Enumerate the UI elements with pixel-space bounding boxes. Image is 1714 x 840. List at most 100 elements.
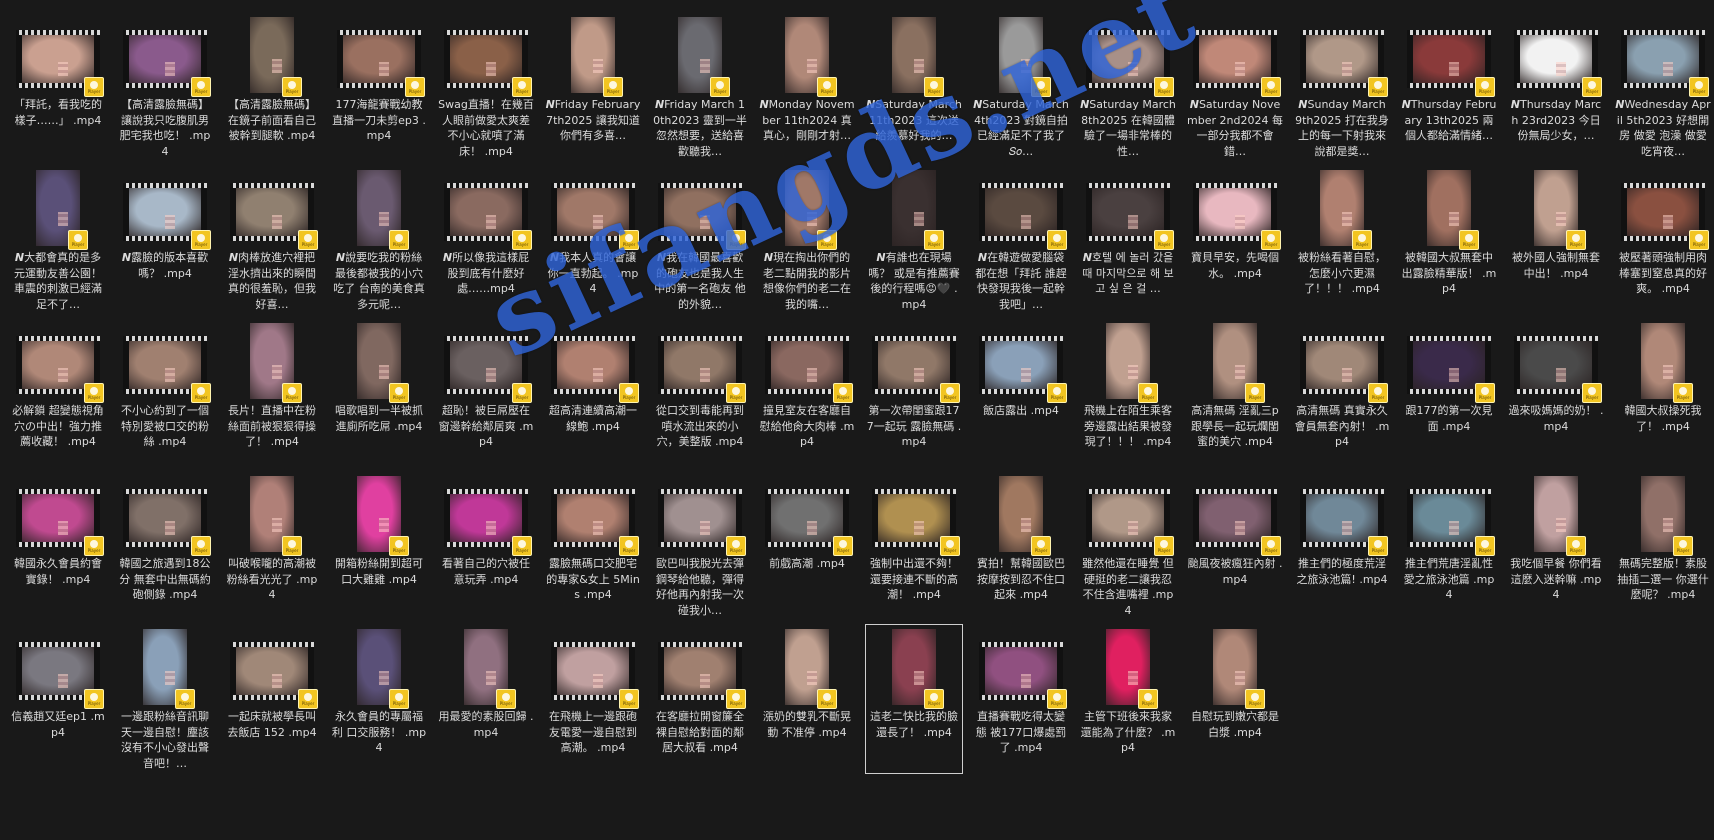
file-item[interactable]: Player 必解鎖 超變態視角 穴の中出！強力推薦收藏！ .mp4 [9,318,107,468]
file-thumbnail[interactable]: Player [1514,17,1602,97]
file-thumbnail[interactable]: Player [143,629,195,709]
file-item[interactable]: Player 𝙉Saturday March 8th2025 在韓國體驗了一場非常… [1079,12,1177,162]
file-item[interactable]: Player 被外國人強制無套中出！ .mp4 [1507,165,1605,315]
file-item[interactable]: Player 𝙉Monday November 11th2024 真真心，剛剛才射… [758,12,856,162]
file-thumbnail[interactable]: Player [999,476,1051,556]
file-thumbnail[interactable]: Player [1641,476,1693,556]
file-item[interactable]: Player 推主們的極度荒淫之旅泳池篇! .mp4 [1293,471,1391,621]
file-item[interactable]: Player 韓國永久會員約會實錄！ .mp4 [9,471,107,621]
file-thumbnail[interactable]: Player [1213,323,1265,403]
file-item[interactable]: Player 撞見室友在客廳自慰給他肏大肉棒 .mp4 [758,318,856,468]
file-thumbnail[interactable]: Player [357,476,409,556]
file-thumbnail[interactable]: Player [1086,170,1174,250]
file-thumbnail[interactable]: Player [1621,17,1709,97]
file-item[interactable]: Player 韓國之旅遇到18公分 無套中出無碼約砲側錄 .mp4 [116,471,214,621]
file-thumbnail[interactable]: Player [892,629,944,709]
file-item[interactable]: Player 我吃個早餐 你們看這麼入迷幹嘛 .mp4 [1507,471,1605,621]
file-item[interactable]: Player 跟177的第一次見面 .mp4 [1400,318,1498,468]
file-item[interactable]: Player 信義趙又廷ep1 .mp4 [9,624,107,774]
file-thumbnail[interactable]: Player [1193,17,1281,97]
file-thumbnail[interactable]: Player [892,17,944,97]
file-thumbnail[interactable]: Player [1300,476,1388,556]
file-thumbnail[interactable]: Player [979,323,1067,403]
file-item[interactable]: Player 過來吸媽媽的奶！ .mp4 [1507,318,1605,468]
file-thumbnail[interactable]: Player [1534,476,1586,556]
file-item[interactable]: Player 用最愛的素股回歸 .mp4 [437,624,535,774]
file-thumbnail[interactable]: Player [36,170,88,250]
file-thumbnail[interactable]: Player [785,17,837,97]
file-item[interactable]: Player 漲奶的雙乳不斷晃動 不准停 .mp4 [758,624,856,774]
file-thumbnail[interactable]: Player [658,476,746,556]
file-thumbnail[interactable]: Player [337,17,425,97]
file-thumbnail[interactable]: Player [785,170,837,250]
file-item[interactable]: Player 被韓國大叔無套中出露臉精華版！ .mp4 [1400,165,1498,315]
file-item[interactable]: Player 𝙉Thursday March 23rd2023 今日份無局少女，… [1507,12,1605,162]
file-thumbnail[interactable]: Player [1300,323,1388,403]
file-thumbnail[interactable]: Player [1193,170,1281,250]
file-item[interactable]: Player 𝙉Saturday November 2nd2024 每一部分我都不… [1186,12,1284,162]
file-item[interactable]: Player 𝙉Thursday February 13th2025 兩個人都給滿… [1400,12,1498,162]
file-thumbnail[interactable]: Player [551,476,639,556]
file-thumbnail[interactable]: Player [123,17,211,97]
file-thumbnail[interactable]: Player [765,323,853,403]
file-item[interactable]: Player 在飛機上一邊跟砲友電愛一邊自慰到高潮。 .mp4 [544,624,642,774]
file-thumbnail[interactable]: Player [464,629,516,709]
file-item[interactable]: Player 𝙉我本人真的會讓你一直勃起。 .mp4 [544,165,642,315]
file-thumbnail[interactable]: Player [250,476,302,556]
file-thumbnail[interactable]: Player [230,629,318,709]
file-item[interactable]: Player 賓拍！幫韓國歐巴按摩按到忍不住口起來 .mp4 [972,471,1070,621]
file-item[interactable]: Player 【高清露臉無碼】讓說我只吃腹肌男 肥宅我也吃！ .mp4 [116,12,214,162]
file-thumbnail[interactable]: Player [658,323,746,403]
file-item[interactable]: Player 主管下班後來我家還能為了什麼？ .mp4 [1079,624,1177,774]
file-item[interactable]: Player 𝙉Wednesday April 5th2023 好想開房 做愛 泡… [1614,12,1712,162]
file-thumbnail[interactable]: Player [765,476,853,556]
file-item[interactable]: Player 飯店露出 .mp4 [972,318,1070,468]
file-thumbnail[interactable]: Player [1213,629,1265,709]
file-item[interactable]: Player 寶貝早安，先喝個水。 .mp4 [1186,165,1284,315]
file-thumbnail[interactable]: Player [1427,170,1479,250]
file-item[interactable]: Player 看著自己的穴被任意玩弄 .mp4 [437,471,535,621]
file-item[interactable]: Player 𝙉Sunday March 9th2025 打在我身上的每一下射我來… [1293,12,1391,162]
file-thumbnail[interactable]: Player [444,17,532,97]
file-thumbnail[interactable]: Player [551,629,639,709]
file-thumbnail[interactable]: Player [1320,170,1372,250]
file-thumbnail[interactable]: Player [250,17,302,97]
file-item[interactable]: Player 從口交到毒能再到噴水流出來的小穴，美整版 .mp4 [651,318,749,468]
file-item[interactable]: Player 高清無碼 淫亂三p 跟學長一起玩爛閨蜜的美穴 .mp4 [1186,318,1284,468]
file-thumbnail[interactable]: Player [1106,629,1158,709]
file-thumbnail[interactable]: Player [1534,170,1586,250]
file-thumbnail[interactable]: Player [357,323,409,403]
file-item[interactable]: Player 𝙉所以像我這樣屁股到底有什麼好處……mp4 [437,165,535,315]
file-item[interactable]: Player 自慰玩到嫩穴都是白漿 .mp4 [1186,624,1284,774]
file-item[interactable]: Player 「拜託，看我吃的樣子……」 .mp4 [9,12,107,162]
file-item[interactable]: Player 長片！直播中在粉絲面前被狠狠得操了！ .mp4 [223,318,321,468]
file-item[interactable]: Player 𝙉肉棒放進穴裡把淫水擠出來的瞬間真的很羞恥，但我好喜… [223,165,321,315]
file-item[interactable]: Player 𝙉Friday February 7th2025 讓我知道你們有多喜… [544,12,642,162]
file-item[interactable]: Player 第一次帶閨蜜跟177一起玩 露臉無碼 .mp4 [865,318,963,468]
file-item[interactable]: Player 雖然他還在睡覺 但硬挺的老二讓我忍不住含進嘴裡 .mp4 [1079,471,1177,621]
file-item[interactable]: Player 永久會員的專屬福利 口交服務！ .mp4 [330,624,428,774]
file-item[interactable]: Player 𝙉Saturday March 11th2023 這次送給羨慕好我的… [865,12,963,162]
file-item[interactable]: Player 𝙉Friday March 10th2023 靈到一半忽然想要，送給… [651,12,749,162]
file-thumbnail[interactable]: Player [16,476,104,556]
file-thumbnail[interactable]: Player [444,323,532,403]
file-thumbnail[interactable]: Player [16,629,104,709]
file-item[interactable]: Player 強制中出還不夠！還要接連不斷的高潮！ .mp4 [865,471,963,621]
file-thumbnail[interactable]: Player [1193,476,1281,556]
file-item[interactable]: Player 無碼完整版！素股抽插二選一 你選什麼呢？ .mp4 [1614,471,1712,621]
file-item[interactable]: Player 歐巴叫我脫光去彈鋼琴給他聽，彈得好他再內射我一次碰我小… [651,471,749,621]
file-thumbnail[interactable]: Player [658,170,746,250]
file-thumbnail[interactable]: Player [1621,170,1709,250]
file-item[interactable]: Player 超高清連續高潮一線鮑 .mp4 [544,318,642,468]
file-thumbnail[interactable]: Player [892,170,944,250]
file-item[interactable]: Player 𝙉Saturday March 4th2023 對鏡自拍已經滿足不了… [972,12,1070,162]
file-thumbnail[interactable]: Player [123,170,211,250]
file-thumbnail[interactable]: Player [1407,17,1495,97]
file-item[interactable]: Player 露臉無碼口交肥宅的專家&女上 5Mins .mp4 [544,471,642,621]
file-item[interactable]: Player 𝙉說要吃我的粉絲最後都被我的小穴吃了 台南的美食真多元呢… [330,165,428,315]
file-thumbnail[interactable]: Player [250,323,302,403]
file-item[interactable]: Player 𝙉現在掏出你們的老二點開我的影片 想像你們的老二在我的嘴… [758,165,856,315]
file-thumbnail[interactable]: Player [551,170,639,250]
file-item[interactable]: Player 叫破喉嚨的高潮被粉絲看光光了 .mp4 [223,471,321,621]
file-thumbnail[interactable]: Player [551,323,639,403]
